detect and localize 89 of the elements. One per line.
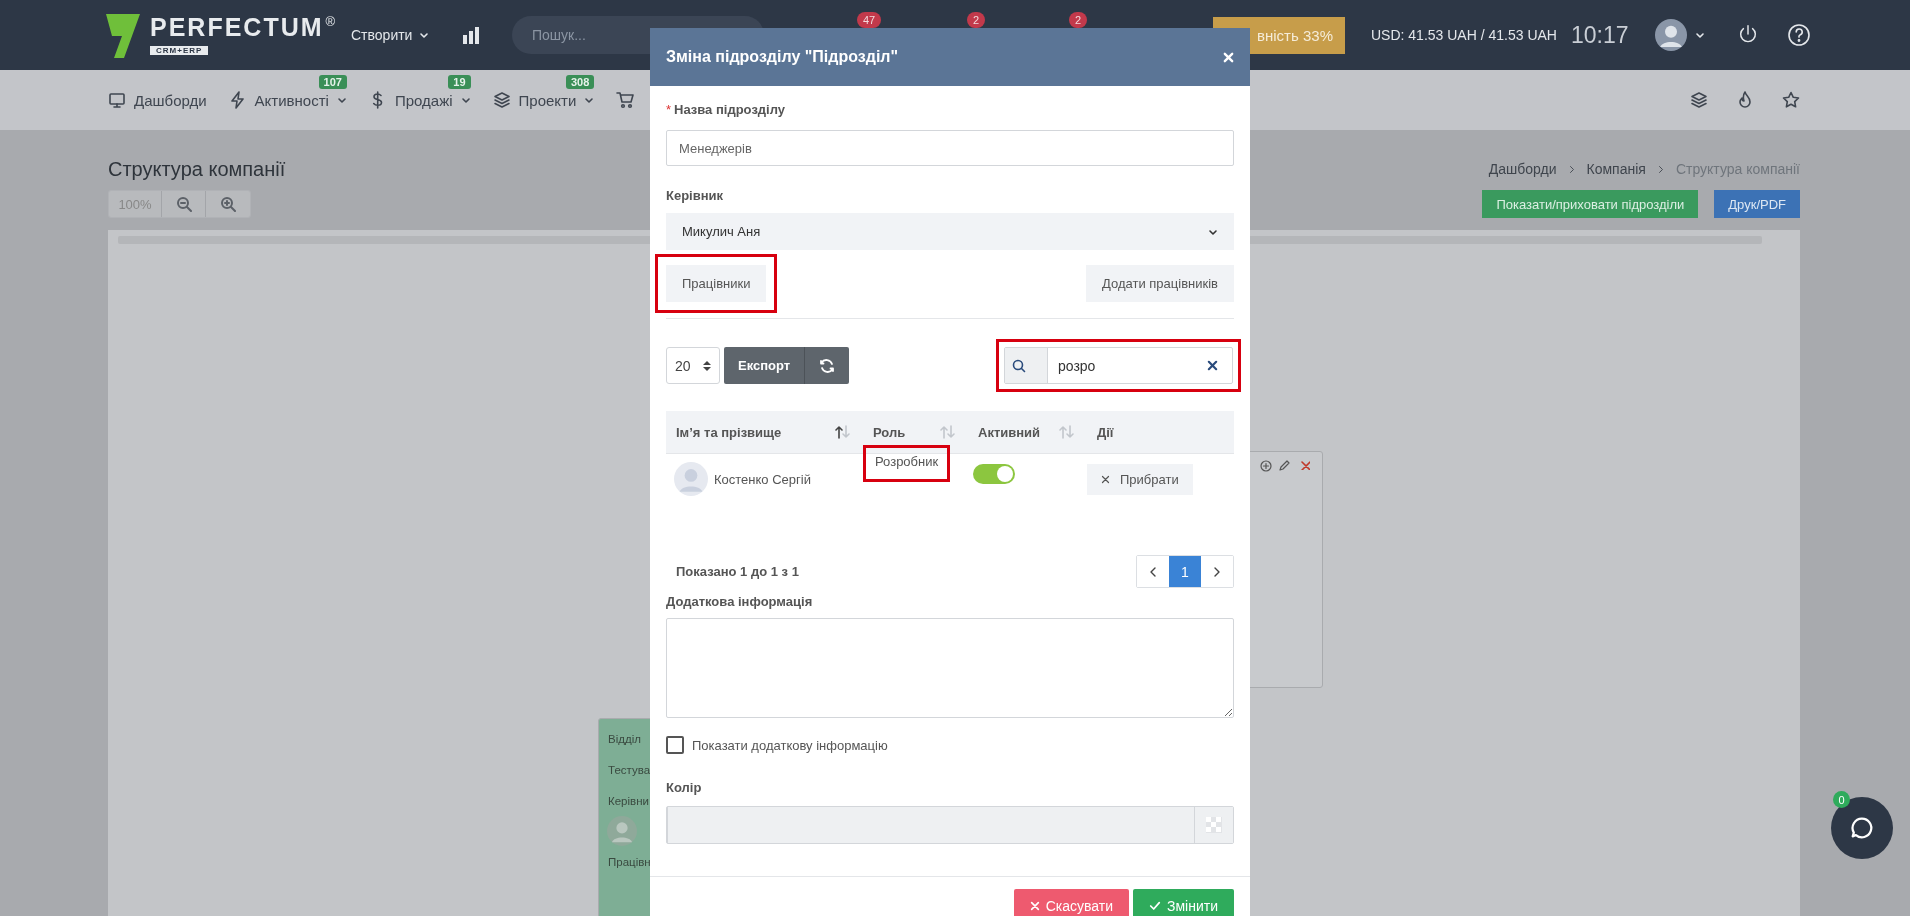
checkbox-label: Показати додаткову інформацію xyxy=(692,737,888,753)
toggle-units-button[interactable]: Показати/приховати підрозділи xyxy=(1482,190,1699,218)
layers-icon[interactable] xyxy=(1690,91,1708,109)
field-label: Колір xyxy=(666,778,703,796)
remove-button[interactable]: Прибрати xyxy=(1087,464,1193,495)
card-text: Тестува xyxy=(608,764,652,776)
checkbox[interactable] xyxy=(666,736,684,754)
required-mark: * xyxy=(666,101,672,117)
user-avatar xyxy=(674,462,708,496)
toggle-switch[interactable] xyxy=(973,464,1015,484)
page-title: Структура компанії xyxy=(108,157,286,181)
flame-icon[interactable] xyxy=(1736,91,1754,109)
chevron-down-icon xyxy=(336,95,347,105)
page-size-select[interactable]: 20 xyxy=(666,347,720,384)
search-field[interactable]: розро xyxy=(1004,347,1233,384)
name-field[interactable]: Менеджерів xyxy=(666,130,1234,166)
column-header: Дії xyxy=(1097,424,1114,440)
star-icon[interactable] xyxy=(1782,91,1800,109)
card-text: Керівни xyxy=(608,795,650,807)
nav-item[interactable]: Активності xyxy=(254,91,329,109)
card-text: Працівн xyxy=(608,856,652,868)
column-header[interactable]: Активний xyxy=(978,424,1041,440)
clear-icon[interactable] xyxy=(1207,360,1218,371)
help-icon[interactable] xyxy=(1787,23,1811,47)
chevron-right-icon xyxy=(1657,164,1664,174)
field-label: Назва підрозділу xyxy=(674,101,786,117)
manager-select[interactable]: Микулич Аня xyxy=(666,213,1234,250)
check-icon xyxy=(1149,900,1161,912)
breadcrumb-link[interactable]: Компанія xyxy=(1586,161,1646,177)
chat-icon xyxy=(1849,815,1875,841)
refresh-icon xyxy=(819,357,836,374)
color-field[interactable] xyxy=(666,806,1234,844)
registered-mark: ® xyxy=(325,14,336,31)
print-button[interactable]: Друк/PDF xyxy=(1714,190,1800,218)
submit-button[interactable]: Змінити xyxy=(1133,889,1234,916)
tab-button[interactable]: Працівники xyxy=(666,265,767,302)
count-badge: 2 xyxy=(967,12,986,28)
sort-caret-icon xyxy=(703,359,711,372)
count-badge: 47 xyxy=(857,12,882,28)
edit-icon[interactable] xyxy=(1278,460,1290,472)
lightning-icon xyxy=(228,91,247,109)
search-icon xyxy=(1012,358,1026,373)
bar-chart-icon[interactable] xyxy=(462,26,480,44)
sort-arrows-icon[interactable] xyxy=(835,425,851,439)
chevron-right-icon xyxy=(1213,566,1221,577)
logo-subtitle: CRM+ERP xyxy=(150,46,209,55)
count-badge: 19 xyxy=(448,75,471,89)
chevron-right-icon xyxy=(1568,164,1575,174)
logo-text: PERFECTUM xyxy=(150,14,324,40)
results-info: Показано 1 до 1 з 1 xyxy=(676,564,799,579)
close-icon xyxy=(1029,901,1040,911)
monitor-icon xyxy=(108,91,126,109)
clock-time: 10:17 xyxy=(1571,21,1629,49)
cart-icon[interactable] xyxy=(616,91,635,109)
chevron-left-icon xyxy=(1149,566,1157,577)
currency-rate: USD: 41.53 UAH / 41.53 UAH xyxy=(1371,27,1557,43)
transparent-swatch-icon[interactable] xyxy=(1206,817,1222,833)
nav-item[interactable]: Дашборди xyxy=(134,91,207,109)
close-icon xyxy=(1101,475,1110,484)
breadcrumb-link[interactable]: Дашборди xyxy=(1488,161,1557,177)
column-header[interactable]: Ім’я та прізвище xyxy=(676,424,782,440)
table-cell: Костенко Сергій xyxy=(714,471,811,487)
create-menu[interactable]: Створити xyxy=(351,27,413,43)
chevron-down-icon[interactable] xyxy=(1695,30,1705,40)
add-icon[interactable] xyxy=(1260,460,1272,472)
column-header[interactable]: Роль xyxy=(873,424,906,440)
card-text: Відділ xyxy=(608,733,642,745)
field-label: Керівник xyxy=(666,186,725,204)
zoom-out-icon xyxy=(175,196,192,212)
layers-icon xyxy=(492,91,511,109)
field-label: Додаткова інформація xyxy=(666,592,814,610)
cancel-button[interactable]: Скасувати xyxy=(1013,889,1129,916)
chevron-down-icon xyxy=(419,30,430,40)
nav-item[interactable]: Проекти xyxy=(518,91,577,109)
page-button[interactable]: 1 xyxy=(1169,556,1201,587)
tab-button[interactable]: Додати працівників xyxy=(1086,265,1234,302)
count-badge: 107 xyxy=(318,75,347,89)
count-badge: 0 xyxy=(1833,791,1850,808)
user-avatar xyxy=(607,816,637,846)
logo-mark-icon xyxy=(106,14,140,58)
count-badge: 308 xyxy=(565,75,595,89)
close-icon[interactable] xyxy=(1300,460,1310,470)
nav-item[interactable]: Продажі xyxy=(394,91,453,109)
avatar xyxy=(1655,19,1687,51)
chevron-down-icon xyxy=(460,95,471,105)
chevron-down-icon xyxy=(584,95,595,105)
table-cell: Розробник xyxy=(875,454,939,469)
count-badge: 2 xyxy=(1069,12,1088,28)
zoom-in-icon xyxy=(220,196,236,212)
